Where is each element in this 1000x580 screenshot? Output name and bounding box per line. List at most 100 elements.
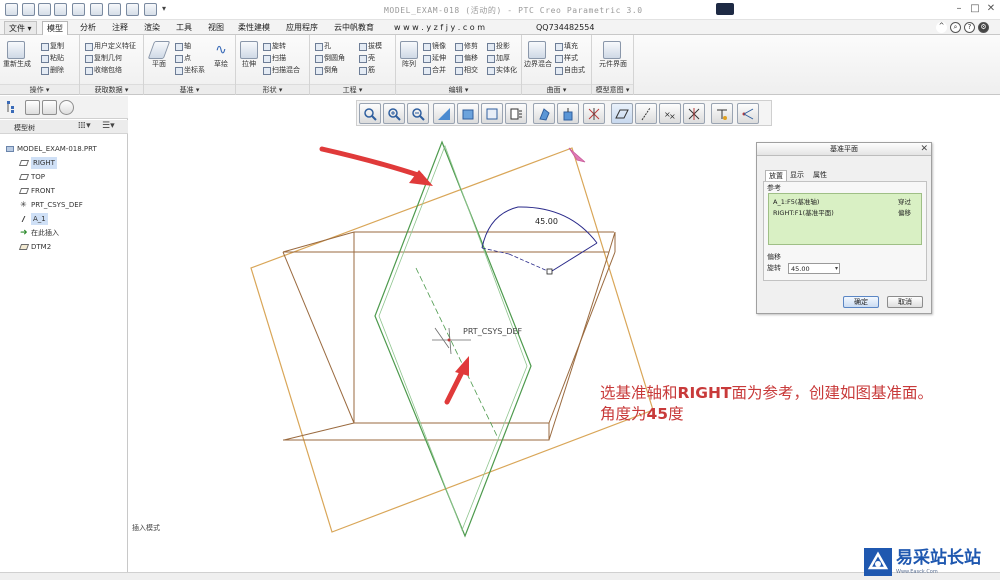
offset-button[interactable]: 偏移: [454, 53, 478, 63]
sweep-button[interactable]: 扫描: [262, 53, 286, 63]
tab-custom-edu[interactable]: 云中帆教育: [330, 21, 378, 35]
save-icon[interactable]: [54, 3, 67, 16]
tab-model[interactable]: 模型: [42, 21, 68, 35]
tab-properties[interactable]: 属性: [810, 170, 830, 181]
tab-display[interactable]: 显示: [787, 170, 807, 181]
pattern-button[interactable]: 阵列: [396, 41, 422, 69]
favorites-tab-icon[interactable]: [42, 100, 57, 115]
tab-tools[interactable]: 工具: [172, 21, 196, 35]
display-style-button[interactable]: [457, 103, 479, 124]
datum-axis-a1[interactable]: [415, 267, 498, 437]
settings-icon[interactable]: ⚙: [978, 22, 989, 33]
zoom-in-button[interactable]: [383, 103, 405, 124]
chamfer-button[interactable]: 倒角: [314, 65, 338, 75]
angle-dimension-label[interactable]: 45.00: [535, 217, 558, 226]
paste-button[interactable]: 粘贴: [40, 53, 64, 63]
annotation-display-button[interactable]: [583, 103, 605, 124]
tab-render[interactable]: 渲染: [140, 21, 164, 35]
copy-button[interactable]: 复制: [40, 41, 64, 51]
help-icon[interactable]: ?: [964, 22, 975, 33]
angle-dimension-arc[interactable]: [481, 206, 598, 249]
thicken-button[interactable]: 加厚: [486, 53, 510, 63]
drag-handle[interactable]: [546, 268, 553, 275]
point-button[interactable]: 点: [174, 53, 191, 63]
hole-button[interactable]: 孔: [314, 41, 331, 51]
merge-button[interactable]: 合并: [422, 65, 446, 75]
component-interface-button[interactable]: 元件界面: [599, 41, 627, 69]
tab-applications[interactable]: 应用程序: [282, 21, 322, 35]
saved-views-button[interactable]: [481, 103, 503, 124]
regenerate-icon[interactable]: [108, 3, 121, 16]
tab-flexible-modeling[interactable]: 柔性建模: [234, 21, 274, 35]
group-title-engineering[interactable]: 工程 ▾: [310, 84, 395, 94]
axis-display-button[interactable]: [635, 103, 657, 124]
plane-button[interactable]: 平面: [146, 41, 172, 69]
reference-row[interactable]: A_1:F5(基准轴) 穿过: [773, 197, 919, 208]
group-title-get-data[interactable]: 获取数据 ▾: [80, 84, 143, 94]
plane-display-button[interactable]: [611, 103, 633, 124]
open-icon[interactable]: [38, 3, 51, 16]
group-title-shapes[interactable]: 形状 ▾: [236, 84, 309, 94]
maximize-icon[interactable]: □: [968, 2, 982, 16]
app-icon[interactable]: [5, 3, 18, 16]
group-title-datum[interactable]: 基准 ▾: [144, 84, 235, 94]
tab-placement[interactable]: 放置: [765, 170, 787, 181]
project-button[interactable]: 投影: [486, 41, 510, 51]
intersect-button[interactable]: 相交: [454, 65, 478, 75]
tree-settings-icon[interactable]: ☰▾: [102, 121, 115, 131]
datum-plane-right[interactable]: [374, 140, 532, 538]
group-title-surfaces[interactable]: 曲面 ▾: [522, 84, 591, 94]
reference-constraint[interactable]: 偏移: [898, 208, 911, 219]
draft-button[interactable]: 拔模: [358, 41, 382, 51]
cancel-button[interactable]: 取消: [887, 296, 923, 308]
chevron-down-icon[interactable]: ▾: [833, 264, 840, 273]
csys-button[interactable]: 坐标系: [174, 65, 205, 75]
regenerate-button[interactable]: 重新生成: [3, 41, 31, 69]
reference-constraint[interactable]: 穿过: [898, 197, 911, 208]
sketch-button[interactable]: ∿ 草绘: [208, 41, 234, 69]
redo-icon[interactable]: [90, 3, 103, 16]
copy-geometry-button[interactable]: 复制几何: [84, 53, 122, 63]
close-icon[interactable]: ✕: [984, 2, 998, 16]
folder-browser-tab-icon[interactable]: [25, 100, 40, 115]
extend-button[interactable]: 延伸: [422, 53, 446, 63]
minimize-icon[interactable]: –: [952, 2, 966, 16]
tab-view[interactable]: 视图: [204, 21, 228, 35]
refit-button[interactable]: [359, 103, 381, 124]
group-title-operations[interactable]: 操作 ▾: [0, 84, 79, 94]
trim-button[interactable]: 修剪: [454, 41, 478, 51]
udf-button[interactable]: 用户定义特征: [84, 41, 136, 51]
close-window-icon[interactable]: [144, 3, 157, 16]
spin-center-display-button[interactable]: [711, 103, 733, 124]
sketch-display-button[interactable]: [737, 103, 759, 124]
tab-website[interactable]: w w w . y z f j y . c o m: [390, 21, 489, 35]
zoom-out-button[interactable]: [407, 103, 429, 124]
expand-icon[interactable]: ^: [936, 22, 947, 33]
references-collector[interactable]: A_1:F5(基准轴) 穿过 RIGHT:F1(基准平面) 偏移: [768, 193, 922, 245]
fill-button[interactable]: 填充: [554, 41, 578, 51]
point-display-button[interactable]: × ×: [659, 103, 681, 124]
csys-display-button[interactable]: [683, 103, 705, 124]
undo-icon[interactable]: [72, 3, 85, 16]
reference-row[interactable]: RIGHT:F1(基准平面) 偏移: [773, 208, 919, 219]
direction-arrow[interactable]: [568, 147, 586, 163]
group-title-model-intent[interactable]: 模型意图 ▾: [592, 84, 633, 94]
rib-button[interactable]: 筋: [358, 65, 375, 75]
solidify-button[interactable]: 实体化: [486, 65, 517, 75]
mirror-button[interactable]: 镜像: [422, 41, 446, 51]
repaint-button[interactable]: [433, 103, 455, 124]
search-icon[interactable]: ⌕: [950, 22, 961, 33]
close-icon[interactable]: ✕: [920, 143, 928, 156]
boundary-blend-button[interactable]: 边界混合: [524, 41, 552, 69]
tab-analysis[interactable]: 分析: [76, 21, 100, 35]
view-manager-button[interactable]: [505, 103, 527, 124]
ok-button[interactable]: 确定: [843, 296, 879, 308]
shell-button[interactable]: 壳: [358, 53, 375, 63]
qat-menu-icon[interactable]: ▾: [162, 3, 175, 16]
tree-filter-icon[interactable]: 𝍖▾: [78, 121, 91, 131]
axis-button[interactable]: 轴: [174, 41, 191, 51]
swept-blend-button[interactable]: 扫描混合: [262, 65, 300, 75]
freestyle-button[interactable]: 自由式: [554, 65, 585, 75]
tab-qq[interactable]: QQ734482554: [532, 21, 598, 35]
tab-annotate[interactable]: 注释: [108, 21, 132, 35]
